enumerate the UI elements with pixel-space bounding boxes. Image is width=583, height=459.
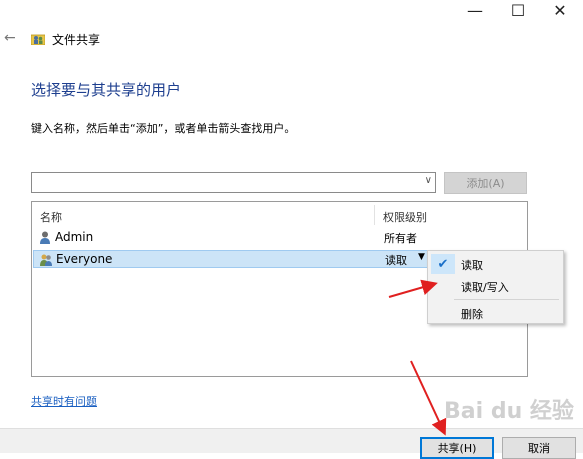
share-folder-icon	[31, 34, 45, 45]
column-header-name[interactable]: 名称	[40, 209, 62, 225]
permission-context-menu: ✔ 读取 读取/写入 删除	[427, 250, 564, 324]
minimize-icon: —	[467, 0, 483, 20]
checkmark-icon: ✔	[431, 254, 455, 274]
row-name: Everyone	[56, 252, 113, 266]
minimize-button[interactable]: —	[455, 0, 495, 20]
menu-item-read[interactable]: 读取	[461, 257, 483, 273]
list-row-admin[interactable]: Admin 所有者	[33, 229, 526, 247]
menu-item-read-write[interactable]: 读取/写入	[461, 279, 509, 295]
instruction-text: 键入名称，然后单击“添加”，或者单击箭头查找用户。	[31, 122, 296, 135]
help-link[interactable]: 共享时有问题	[31, 393, 97, 409]
maximize-icon: ☐	[510, 0, 526, 20]
menu-item-remove[interactable]: 删除	[461, 306, 483, 322]
cancel-button[interactable]: 取消	[502, 437, 576, 459]
group-icon	[40, 254, 52, 266]
close-button[interactable]: ✕	[540, 0, 580, 20]
footer-bar	[0, 428, 583, 453]
dropdown-arrow-icon[interactable]: ▼	[418, 252, 425, 262]
column-header-permission[interactable]: 权限级别	[383, 209, 427, 225]
window-title: 文件共享	[52, 33, 101, 47]
share-button[interactable]: 共享(H)	[420, 437, 494, 459]
maximize-button[interactable]: ☐	[498, 0, 538, 20]
user-icon	[40, 231, 50, 244]
row-permission: 所有者	[384, 232, 417, 245]
chevron-down-icon[interactable]: ∨	[425, 175, 432, 186]
add-button[interactable]: 添加(A)	[444, 172, 527, 194]
user-combo-input[interactable]: ∨	[31, 172, 436, 193]
back-button[interactable]: ←	[4, 30, 16, 46]
row-name: Admin	[55, 230, 94, 244]
permission-dropdown[interactable]: 读取	[385, 252, 407, 268]
column-divider	[374, 205, 375, 225]
baidu-watermark: Bai du 经验	[444, 399, 574, 424]
close-icon: ✕	[553, 0, 567, 20]
page-heading: 选择要与其共享的用户	[31, 81, 182, 99]
menu-separator	[454, 299, 559, 300]
